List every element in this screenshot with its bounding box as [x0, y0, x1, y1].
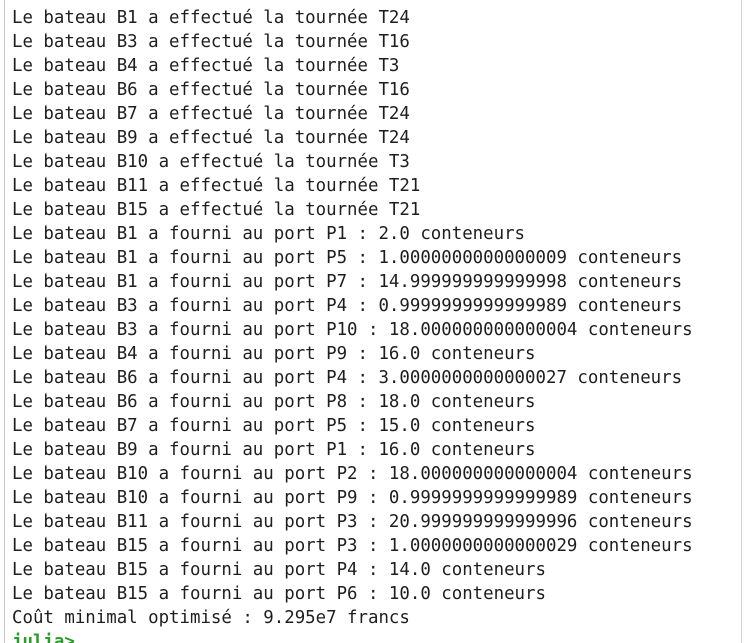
output-line: Le bateau B9 a effectué la tournée T24: [12, 128, 410, 148]
panel-left-border: [4, 0, 5, 643]
output-line: Le bateau B3 a fourni au port P10 : 18.0…: [12, 320, 693, 340]
output-line: Le bateau B7 a effectué la tournée T24: [12, 104, 410, 124]
output-line: Le bateau B11 a fourni au port P3 : 20.9…: [12, 512, 693, 532]
output-line: Le bateau B6 a fourni au port P8 : 18.0 …: [12, 392, 536, 412]
output-line: Le bateau B6 a effectué la tournée T16: [12, 80, 410, 100]
output-line: Le bateau B1 a fourni au port P7 : 14.99…: [12, 272, 683, 292]
output-line: Le bateau B4 a fourni au port P9 : 16.0 …: [12, 344, 536, 364]
output-line: Le bateau B10 a fourni au port P9 : 0.99…: [12, 488, 693, 508]
output-line: Le bateau B3 a effectué la tournée T16: [12, 32, 410, 52]
output-line: Le bateau B15 a fourni au port P4 : 14.0…: [12, 560, 546, 580]
output-lines: Le bateau B1 a effectué la tournée T24 L…: [12, 6, 693, 643]
result-line: Coût minimal optimisé : 9.295e7 francs: [12, 608, 410, 628]
output-line: Le bateau B1 a fourni au port P1 : 2.0 c…: [12, 224, 526, 244]
panel-right-border: [741, 0, 742, 643]
output-line: Le bateau B1 a effectué la tournée T24: [12, 8, 410, 28]
output-line: Le bateau B11 a effectué la tournée T21: [12, 176, 421, 196]
output-line: Le bateau B3 a fourni au port P4 : 0.999…: [12, 296, 683, 316]
output-line: Le bateau B9 a fourni au port P1 : 16.0 …: [12, 440, 536, 460]
output-line: Le bateau B1 a fourni au port P5 : 1.000…: [12, 248, 683, 268]
console-output-panel[interactable]: Le bateau B1 a effectué la tournée T24 L…: [0, 0, 753, 643]
output-line: Le bateau B10 a effectué la tournée T3: [12, 152, 410, 172]
output-line: Le bateau B10 a fourni au port P2 : 18.0…: [12, 464, 693, 484]
output-line: Le bateau B15 a effectué la tournée T21: [12, 200, 421, 220]
output-line: Le bateau B15 a fourni au port P6 : 10.0…: [12, 584, 546, 604]
julia-prompt[interactable]: julia>: [12, 630, 693, 643]
output-line: Le bateau B4 a effectué la tournée T3: [12, 56, 400, 76]
output-line: Le bateau B7 a fourni au port P5 : 15.0 …: [12, 416, 536, 436]
output-line: Le bateau B15 a fourni au port P3 : 1.00…: [12, 536, 693, 556]
output-line: Le bateau B6 a fourni au port P4 : 3.000…: [12, 368, 683, 388]
